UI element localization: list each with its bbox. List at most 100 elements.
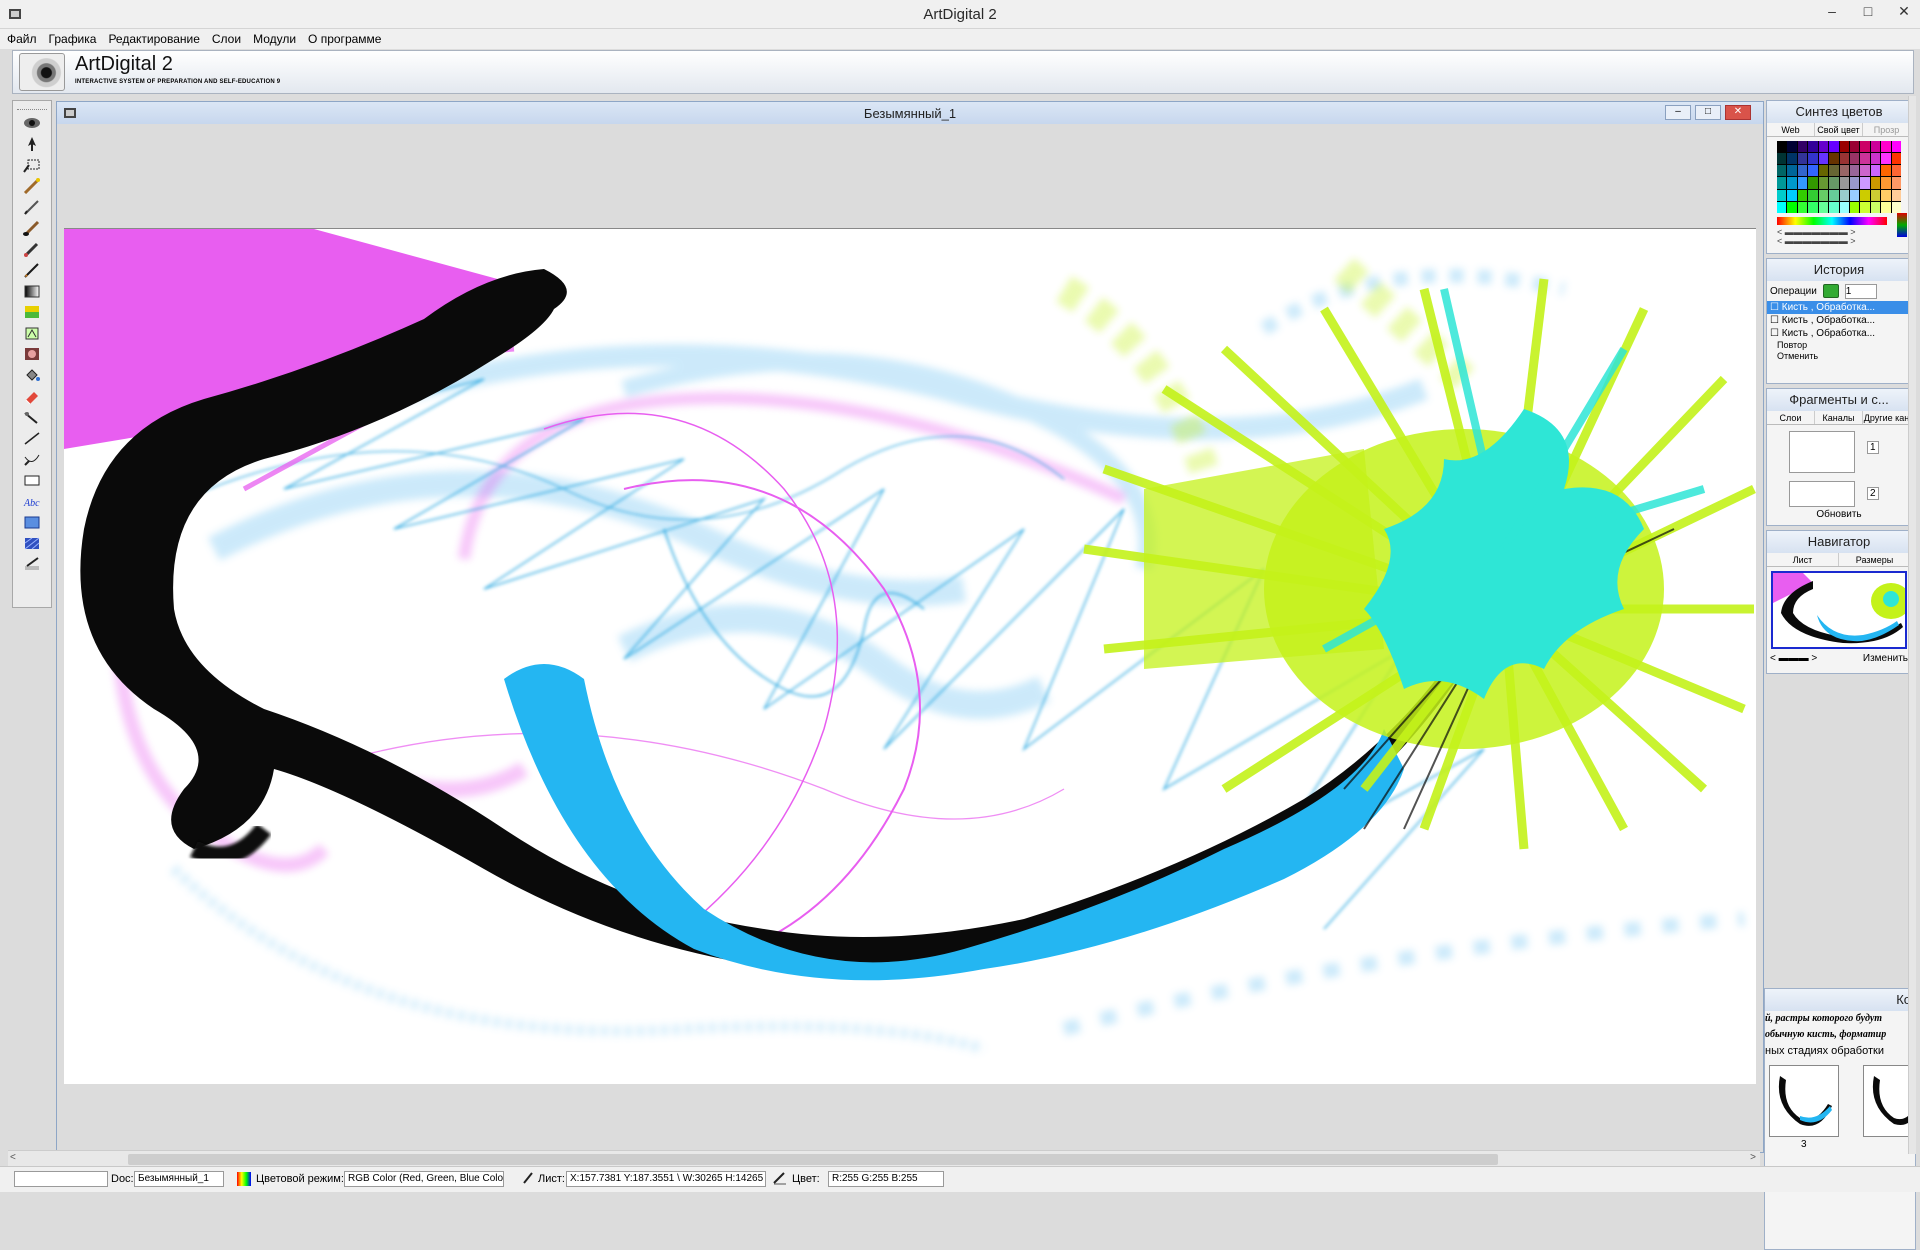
palette-swatch[interactable] — [1860, 177, 1870, 189]
stage-thumbnail[interactable] — [1769, 1065, 1839, 1137]
palette-swatch[interactable] — [1818, 189, 1829, 201]
tab-channels[interactable]: Каналы — [1815, 411, 1863, 424]
palette-swatch[interactable] — [1849, 141, 1860, 153]
tab-own-color[interactable]: Свой цвет — [1815, 123, 1863, 136]
history-item[interactable]: ☐ Кисть , Обработка... — [1767, 314, 1911, 327]
brush-icon[interactable] — [18, 218, 46, 237]
palette-swatch[interactable] — [1881, 153, 1891, 165]
fill-icon[interactable] — [18, 365, 46, 384]
palette-swatch[interactable] — [1797, 177, 1808, 189]
history-list[interactable]: ☐ Кисть , Обработка... ☐ Кисть , Обработ… — [1767, 301, 1911, 340]
palette-swatch[interactable] — [1881, 141, 1891, 153]
palette-swatch[interactable] — [1818, 153, 1829, 165]
palette-swatch[interactable] — [1860, 189, 1870, 201]
color-palette[interactable] — [1777, 141, 1901, 213]
rgb-sliders[interactable]: < ▬▬▬▬▬▬▬ > < ▬▬▬▬▬▬▬ > — [1777, 228, 1911, 246]
palette-swatch[interactable] — [1891, 141, 1901, 153]
palette-swatch[interactable] — [1777, 201, 1787, 213]
palette-swatch[interactable] — [1839, 153, 1849, 165]
blur-icon[interactable] — [18, 344, 46, 363]
nav-scroll[interactable]: < ▬▬▬ > — [1770, 653, 1817, 664]
palette-swatch[interactable] — [1777, 177, 1787, 189]
menu-about[interactable]: О программе — [303, 29, 386, 49]
palette-swatch[interactable] — [1787, 165, 1797, 177]
close-button[interactable]: ✕ — [1886, 0, 1920, 24]
scroll-right-icon[interactable]: > — [1750, 1152, 1756, 1163]
palette-swatch[interactable] — [1808, 177, 1818, 189]
palette-swatch[interactable] — [1870, 153, 1881, 165]
palette-swatch[interactable] — [1860, 141, 1870, 153]
undo-button[interactable]: Отменить — [1767, 351, 1911, 362]
palette-swatch[interactable] — [1870, 177, 1881, 189]
redo-button[interactable]: Повтор — [1767, 340, 1911, 351]
palette-swatch[interactable] — [1829, 165, 1839, 177]
palette-swatch[interactable] — [1870, 189, 1881, 201]
palette-swatch[interactable] — [1839, 189, 1849, 201]
palette-swatch[interactable] — [1777, 153, 1787, 165]
palette-swatch[interactable] — [1860, 201, 1870, 213]
palette-swatch[interactable] — [1891, 201, 1901, 213]
smudge-icon[interactable] — [18, 407, 46, 426]
palette-swatch[interactable] — [1891, 189, 1901, 201]
palette-swatch[interactable] — [1777, 141, 1787, 153]
palette-swatch[interactable] — [1849, 201, 1860, 213]
pen-icon[interactable] — [18, 260, 46, 279]
palette-swatch[interactable] — [1891, 165, 1901, 177]
palette-swatch[interactable] — [1787, 177, 1797, 189]
doc-minimize-button[interactable]: – — [1665, 105, 1691, 120]
palette-swatch[interactable] — [1839, 177, 1849, 189]
palette-swatch[interactable] — [1777, 189, 1787, 201]
palette-swatch[interactable] — [1860, 153, 1870, 165]
ops-icon[interactable] — [1822, 284, 1839, 298]
palette-swatch[interactable] — [1881, 189, 1891, 201]
palette-swatch[interactable] — [1808, 201, 1818, 213]
horizontal-scrollbar[interactable]: < > — [8, 1150, 1760, 1167]
palette-swatch[interactable] — [1797, 141, 1808, 153]
palette-swatch[interactable] — [1829, 189, 1839, 201]
history-item[interactable]: ☐ Кисть , Обработка... — [1767, 327, 1911, 340]
layer-icon[interactable] — [18, 512, 46, 531]
palette-swatch[interactable] — [1829, 153, 1839, 165]
palette-swatch[interactable] — [1808, 165, 1818, 177]
palette-swatch[interactable] — [1881, 177, 1891, 189]
palette-swatch[interactable] — [1818, 141, 1829, 153]
ops-count-input[interactable] — [1844, 283, 1877, 299]
palette-swatch[interactable] — [1787, 141, 1797, 153]
pattern-icon[interactable] — [18, 533, 46, 552]
navigator-preview[interactable] — [1771, 571, 1907, 649]
tab-layers[interactable]: Слои — [1767, 411, 1815, 424]
menu-file[interactable]: Файл — [2, 29, 42, 49]
current-color-swatch[interactable] — [1897, 213, 1907, 237]
palette-swatch[interactable] — [1881, 201, 1891, 213]
palette-swatch[interactable] — [1818, 201, 1829, 213]
palette-swatch[interactable] — [1870, 165, 1881, 177]
color-swatch-icon[interactable] — [18, 302, 46, 321]
fragment-slot[interactable] — [1789, 431, 1855, 473]
palette-swatch[interactable] — [1818, 177, 1829, 189]
magic-wand-icon[interactable] — [18, 176, 46, 195]
palette-swatch[interactable] — [1849, 189, 1860, 201]
scrollbar-thumb[interactable] — [128, 1154, 1498, 1165]
palette-swatch[interactable] — [1891, 153, 1901, 165]
palette-swatch[interactable] — [1849, 153, 1860, 165]
palette-swatch[interactable] — [1797, 153, 1808, 165]
tab-sizes[interactable]: Размеры — [1839, 553, 1911, 566]
palette-swatch[interactable] — [1777, 165, 1787, 177]
menu-graphics[interactable]: Графика — [44, 29, 102, 49]
minimize-button[interactable]: – — [1814, 0, 1850, 24]
fragment-slot[interactable] — [1789, 481, 1855, 507]
scroll-left-icon[interactable]: < — [10, 1152, 16, 1163]
palette-swatch[interactable] — [1808, 153, 1818, 165]
palette-swatch[interactable] — [1818, 165, 1829, 177]
palette-swatch[interactable] — [1797, 165, 1808, 177]
history-item[interactable]: ☐ Кисть , Обработка... — [1767, 301, 1911, 314]
palette-swatch[interactable] — [1797, 189, 1808, 201]
palette-swatch[interactable] — [1829, 177, 1839, 189]
maximize-button[interactable]: □ — [1850, 0, 1886, 24]
palette-swatch[interactable] — [1870, 141, 1881, 153]
gradient-icon[interactable] — [18, 281, 46, 300]
palette-swatch[interactable] — [1787, 189, 1797, 201]
palette-swatch[interactable] — [1870, 201, 1881, 213]
drawing-canvas[interactable] — [64, 228, 1756, 1084]
tab-web[interactable]: Web — [1767, 123, 1815, 136]
